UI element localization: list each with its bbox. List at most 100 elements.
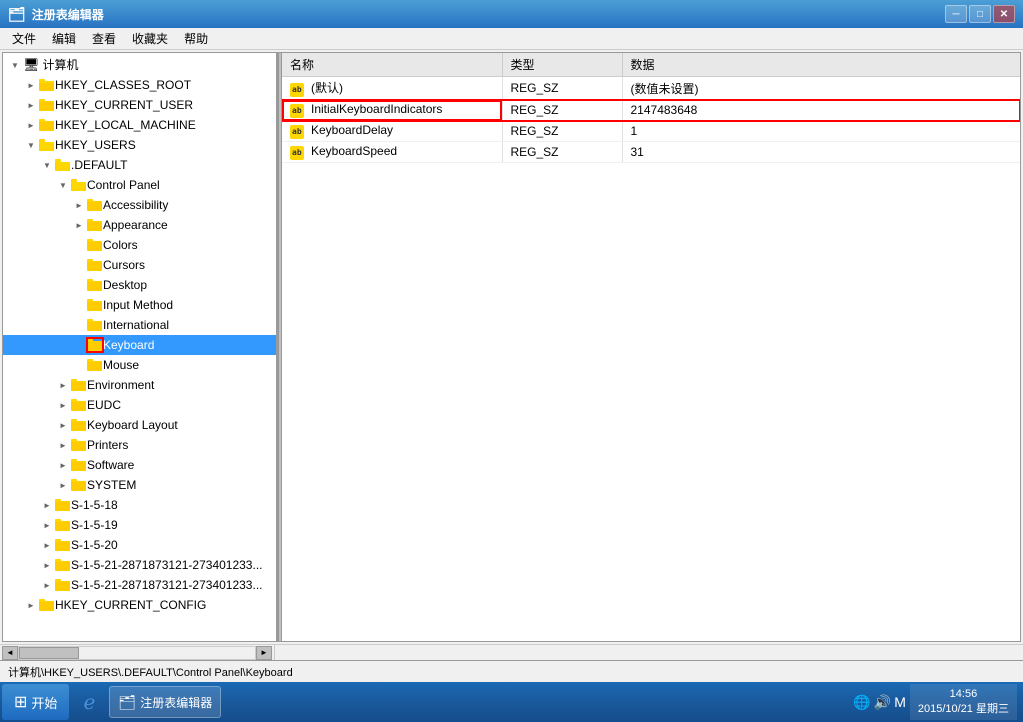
tree-label: International (103, 315, 169, 335)
reg-type: REG_SZ (511, 145, 559, 159)
folder-icon (71, 438, 87, 452)
tree-item-input-method[interactable]: Input Method (3, 295, 276, 315)
tree-item-hkcu[interactable]: HKEY_CURRENT_USER (3, 95, 276, 115)
tree-item-system[interactable]: SYSTEM (3, 475, 276, 495)
tree-label: Input Method (103, 295, 173, 315)
computer-icon: 🖥 (23, 57, 40, 73)
reg-data: 31 (631, 145, 644, 159)
reg-data-cell: 2147483648 (622, 100, 1020, 121)
folder-icon (87, 238, 103, 252)
table-row[interactable]: ab KeyboardDelay REG_SZ 1 (282, 121, 1020, 142)
left-scrollbar: ◄ ► (0, 645, 275, 660)
start-label: 开始 (31, 693, 57, 712)
tree-label: S-1-5-20 (71, 535, 118, 555)
menu-help[interactable]: 帮助 (176, 29, 216, 49)
reg-name-cell: ab InitialKeyboardIndicators (282, 100, 502, 121)
col-header-type[interactable]: 类型 (502, 53, 622, 77)
taskbar-clock[interactable]: 14:56 2015/10/21 星期三 (910, 684, 1017, 720)
table-row[interactable]: ab KeyboardSpeed REG_SZ 31 (282, 142, 1020, 163)
folder-icon (55, 518, 71, 532)
system-tray: 🌐 🔊 M (853, 694, 906, 711)
folder-icon (87, 198, 103, 212)
registry-values-pane: 名称 类型 数据 ab (默认) REG_SZ (数值未设置) (282, 53, 1020, 641)
maximize-button[interactable]: □ (969, 5, 991, 23)
menu-favorites[interactable]: 收藏夹 (124, 29, 176, 49)
ie-taskbar-button[interactable]: ℯ (73, 686, 105, 718)
menu-bar: 文件 编辑 查看 收藏夹 帮助 (0, 28, 1023, 50)
tree-item-mouse[interactable]: Mouse (3, 355, 276, 375)
ie-icon: ℯ (84, 690, 96, 715)
close-button[interactable]: ✕ (993, 5, 1015, 23)
expand-icon (71, 197, 87, 213)
tree-item-hkcc[interactable]: HKEY_CURRENT_CONFIG (3, 595, 276, 615)
tree-label: Mouse (103, 355, 139, 375)
expand-icon (39, 537, 55, 553)
scroll-right-btn[interactable]: ► (256, 646, 272, 660)
tree-item-hklm[interactable]: HKEY_LOCAL_MACHINE (3, 115, 276, 135)
tree-label: Software (87, 455, 134, 475)
tree-item-hkcr[interactable]: HKEY_CLASSES_ROOT (3, 75, 276, 95)
expand-icon (71, 217, 87, 233)
expand-icon (55, 177, 71, 193)
tree-item-printers[interactable]: Printers (3, 435, 276, 455)
taskbar-regedit[interactable]: 🗂 注册表编辑器 (109, 686, 221, 718)
reg-type-icon: ab (290, 146, 304, 160)
reg-type-cell: REG_SZ (502, 121, 622, 142)
minimize-button[interactable]: ─ (945, 5, 967, 23)
menu-file[interactable]: 文件 (4, 29, 44, 49)
right-scrollbar-spacer (275, 645, 1023, 660)
tree-item-eudc[interactable]: EUDC (3, 395, 276, 415)
network-icon[interactable]: 🌐 (853, 694, 870, 711)
tree-label: HKEY_CLASSES_ROOT (55, 75, 191, 95)
tree-item-s1518[interactable]: S-1-5-18 (3, 495, 276, 515)
table-row[interactable]: ab InitialKeyboardIndicators REG_SZ 2147… (282, 100, 1020, 121)
folder-icon (87, 318, 103, 332)
scroll-left-btn[interactable]: ◄ (2, 646, 18, 660)
folder-icon (71, 398, 87, 412)
col-header-name[interactable]: 名称 (282, 53, 502, 77)
expand-icon (55, 457, 71, 473)
reg-name: KeyboardDelay (311, 123, 393, 137)
tree-label: Keyboard Layout (87, 415, 178, 435)
tree-item-international[interactable]: International (3, 315, 276, 335)
menu-edit[interactable]: 编辑 (44, 29, 84, 49)
tree-item-default[interactable]: .DEFAULT (3, 155, 276, 175)
scroll-thumb[interactable] (19, 647, 79, 659)
tree-item-accessibility[interactable]: Accessibility (3, 195, 276, 215)
folder-icon (87, 258, 103, 272)
content-area: 🖥 计算机 HKEY_CLASSES_ROOT HKEY_CURRENT_USE… (2, 52, 1021, 642)
tree-item-computer[interactable]: 🖥 计算机 (3, 55, 276, 75)
tree-item-hku[interactable]: HKEY_USERS (3, 135, 276, 155)
expand-icon (23, 77, 39, 93)
tree-item-s15212[interactable]: S-1-5-21-2871873121-273401233... (3, 575, 276, 595)
folder-icon (87, 358, 103, 372)
tree-item-keyboard[interactable]: Keyboard (3, 335, 276, 355)
tree-item-s1519[interactable]: S-1-5-19 (3, 515, 276, 535)
tree-label: S-1-5-21-2871873121-273401233... (71, 555, 262, 575)
tree-item-keyboard-layout[interactable]: Keyboard Layout (3, 415, 276, 435)
table-row[interactable]: ab (默认) REG_SZ (数值未设置) (282, 77, 1020, 100)
start-button[interactable]: ⊞ 开始 (2, 684, 69, 720)
tree-item-desktop[interactable]: Desktop (3, 275, 276, 295)
tree-label: S-1-5-19 (71, 515, 118, 535)
col-header-data[interactable]: 数据 (622, 53, 1020, 77)
menu-view[interactable]: 查看 (84, 29, 124, 49)
tree-item-appearance[interactable]: Appearance (3, 215, 276, 235)
volume-icon[interactable]: 🔊 (874, 694, 891, 711)
scroll-track[interactable] (18, 646, 256, 660)
tree-item-s15211[interactable]: S-1-5-21-2871873121-273401233... (3, 555, 276, 575)
tree-item-software[interactable]: Software (3, 455, 276, 475)
tree-item-control-panel[interactable]: Control Panel (3, 175, 276, 195)
tree-label: HKEY_LOCAL_MACHINE (55, 115, 196, 135)
tree-label: .DEFAULT (71, 155, 127, 175)
tree-item-s1520[interactable]: S-1-5-20 (3, 535, 276, 555)
ime-icon[interactable]: M (894, 694, 906, 710)
tree-item-cursors[interactable]: Cursors (3, 255, 276, 275)
tree-item-colors[interactable]: Colors (3, 235, 276, 255)
reg-type-cell: REG_SZ (502, 100, 622, 121)
expand-icon (39, 497, 55, 513)
folder-icon (87, 298, 103, 312)
reg-name-cell: ab KeyboardDelay (282, 121, 502, 142)
reg-type-icon: ab (290, 83, 304, 97)
tree-item-environment[interactable]: Environment (3, 375, 276, 395)
